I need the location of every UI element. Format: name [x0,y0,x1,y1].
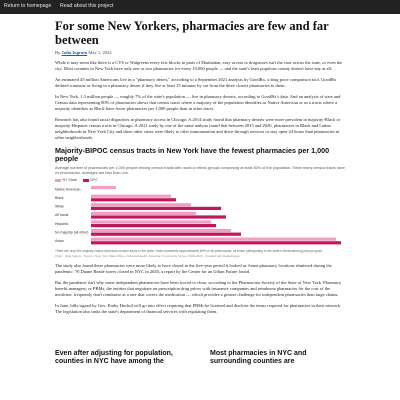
chart-credit: Chart · Julia Ingram · Source: New York … [55,254,241,259]
subhead-column-right: Most pharmacies in NYC and surrounding c… [210,350,345,366]
bar-ny-state [91,229,231,233]
chart-legend: NY State NYC [55,178,345,184]
chart-subtitle: Average number of pharmacies per 1,000 p… [55,165,345,175]
bar-ny-state [91,203,191,207]
legend-item-nyc: NYC [82,178,98,183]
bar-nyc [91,207,221,211]
bar-ny-state [91,186,116,190]
bar-ny-state [91,195,171,199]
subhead-right: Most pharmacies in NYC and surrounding c… [210,350,307,365]
bar-ny-state [91,220,211,225]
chart-note: There are only five majority-Native Amer… [55,249,324,254]
bar-nyc [91,198,176,202]
paragraph: An estimated 45 million Americans live i… [55,77,337,88]
legend-label-ny-state: NY State [62,178,77,183]
bar-chart: Native American Black White All tracts Hispa… [55,185,345,247]
top-nav-bar: Return to homepage Read about this proje… [0,0,400,14]
category-label: All tracts [55,214,69,218]
paragraph: The study also found these pharmacies we… [55,263,332,275]
bar-chart-svg: Native American Black White All tracts Hispa… [55,186,341,245]
return-homepage-link[interactable]: Return to homepage [4,3,51,9]
bar-nyc [91,241,341,245]
legend-swatch-nyc [82,178,89,183]
paragraph: In New York, 1.3 million people — roughl… [55,94,341,111]
article-body: For some New Yorkers, pharmacies are few… [55,19,345,315]
subhead-column-left: Even after adjusting for population, cou… [55,350,190,366]
article-headline: For some New Yorkers, pharmacies are few… [55,19,329,47]
byline: By Julia Ingram May 1, 2022 [55,50,345,55]
publish-date: May 1, 2022 [88,50,112,55]
paragraph: Research has also found racial dispariti… [55,117,341,140]
bar-nyc [91,233,241,237]
paragraph: In June, bills signed by Gov. Kathy Hoch… [55,303,342,315]
byline-prefix: By [55,50,61,55]
legend-label-nyc: NYC [90,178,98,183]
category-label: White [55,205,64,209]
chart-title: Majority-BIPOC census tracts in New York… [55,146,330,164]
paragraph: But the pandemic isn't why some independ… [55,280,342,298]
category-label: Hispanic [55,222,69,226]
bar-ny-state [91,238,336,242]
about-project-link[interactable]: Read about this project [60,3,113,9]
bar-nyc [91,215,226,220]
bar-nyc [91,224,216,228]
category-label: Native American [55,188,81,192]
legend-swatch-ny-state [55,178,61,183]
category-label: Black [55,196,64,200]
legend-item-ny-state: NY State [55,178,77,182]
category-label: Asian [55,239,64,243]
subhead-left: Even after adjusting for population, cou… [55,350,173,365]
category-label: No majority (all other) [55,231,88,235]
bar-ny-state [91,212,196,216]
author-link[interactable]: Julia Ingram [62,50,88,55]
paragraph: While it may seem like there is a CVS or… [55,60,343,71]
